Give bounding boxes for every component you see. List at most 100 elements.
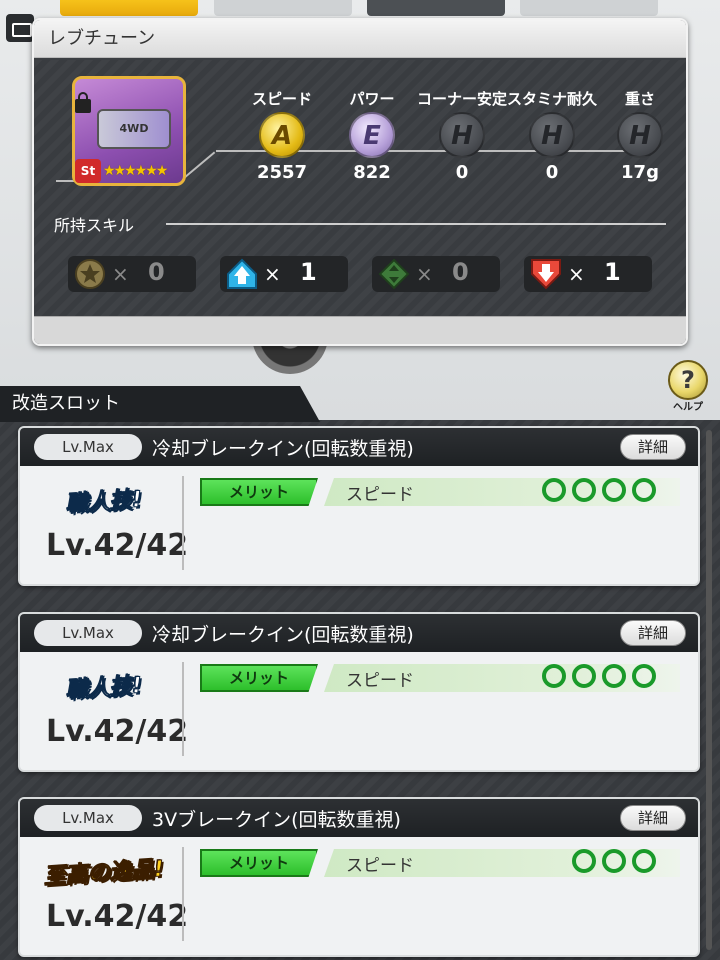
grade-badge: H [529, 112, 575, 158]
slot-header: Lv.Max 3Vブレークイン(回転数重視) 詳細 [20, 799, 698, 837]
menu-icon[interactable] [6, 14, 34, 42]
times-sign: × [416, 262, 433, 286]
slot-card[interactable]: Lv.Max 3Vブレークイン(回転数重視) 詳細 至高の逸品! Lv.42/4… [18, 797, 700, 957]
stat-value: 0 [455, 162, 469, 183]
merit-stat: スピード [346, 485, 414, 505]
craft-badge: 職人技! [65, 487, 144, 518]
grade-badge: H [439, 112, 485, 158]
detail-button[interactable]: 詳細 [620, 434, 686, 460]
circle-icon [602, 664, 626, 688]
stat-speed: スピード A 2557 [232, 88, 332, 183]
skill-star: × 0 [68, 256, 196, 292]
slot-level: Lv.42/42 [46, 899, 189, 934]
grade-badge: H [617, 112, 663, 158]
skills-title: 所持スキル [54, 216, 135, 235]
tab-1[interactable] [60, 0, 198, 16]
level-pill: Lv.Max [34, 805, 142, 831]
circle-icon [602, 849, 626, 873]
stat-label: スタミナ耐久 [506, 90, 597, 108]
help-label: ヘルプ [673, 402, 703, 413]
merit-stat: スピード [346, 856, 414, 876]
stat-value: 822 [353, 162, 391, 183]
merit-rank [542, 664, 656, 688]
lock-icon [75, 92, 91, 113]
slot-name: 冷却ブレークイン(回転数重視) [152, 624, 414, 646]
stat-value: 17g [621, 162, 659, 183]
circle-icon [632, 849, 656, 873]
panel-body: 4WD St ★★★★★★ スピード A 2557 パワー E 822 コーナー… [34, 60, 686, 316]
stat-label: コーナー安定 [416, 90, 507, 108]
grade-badge: E [349, 112, 395, 158]
part-info-panel: レブチューン 4WD St ★★★★★★ スピード A 2557 パワー E 8… [32, 18, 688, 346]
slot-card[interactable]: Lv.Max 冷却ブレークイン(回転数重視) 詳細 職人技! Lv.42/42 … [18, 612, 700, 772]
stat-stamina: スタミナ耐久 H 0 [502, 88, 602, 183]
panel-footer [34, 316, 686, 344]
tab-4[interactable] [520, 0, 658, 16]
slot-level: Lv.42/42 [46, 528, 189, 563]
merit-rank [572, 849, 656, 873]
slot-header: Lv.Max 冷却ブレークイン(回転数重視) 詳細 [20, 614, 698, 652]
times-sign: × [568, 262, 585, 286]
st-badge: St [75, 159, 101, 183]
stat-label: スピード [251, 90, 312, 108]
circle-icon [632, 478, 656, 502]
circle-icon [572, 478, 596, 502]
divider [182, 476, 184, 570]
connector-line [183, 151, 216, 179]
motor-icon: 4WD [97, 109, 171, 149]
circle-icon [632, 664, 656, 688]
panel-title: レブチューン [34, 20, 686, 58]
slot-name: 冷却ブレークイン(回転数重視) [152, 438, 414, 460]
merit-rank [542, 478, 656, 502]
stat-corner: コーナー安定 H 0 [412, 88, 512, 183]
slot-name: 3Vブレークイン(回転数重視) [152, 809, 401, 831]
skill-count: 1 [300, 258, 317, 286]
stat-label: 重さ [624, 90, 655, 108]
stat-value: 2557 [256, 162, 308, 183]
stat-label: パワー [349, 90, 395, 108]
level-pill: Lv.Max [34, 620, 142, 646]
merit-tag: メリット [200, 478, 318, 506]
slot-section-title: 改造スロット [0, 386, 320, 422]
slot-header: Lv.Max 冷却ブレークイン(回転数重視) 詳細 [20, 428, 698, 466]
stat-power: パワー E 822 [322, 88, 422, 183]
skill-count: 1 [604, 258, 621, 286]
circle-icon [542, 664, 566, 688]
tab-3[interactable] [367, 0, 505, 16]
merit-tag: メリット [200, 849, 318, 877]
stat-weight: 重さ H 17g [590, 88, 686, 183]
circle-icon [572, 664, 596, 688]
divider [182, 662, 184, 756]
scrollbar[interactable] [706, 430, 712, 950]
skill-up: × 1 [220, 256, 348, 292]
times-sign: × [264, 262, 281, 286]
times-sign: × [112, 262, 129, 286]
merit-tag: メリット [200, 664, 318, 692]
craft-badge: 職人技! [65, 673, 144, 704]
circle-icon [542, 478, 566, 502]
divider [182, 847, 184, 941]
circle-icon [572, 849, 596, 873]
circle-icon [602, 478, 626, 502]
skill-count: 0 [452, 258, 469, 286]
diamond-arrows-icon [378, 258, 410, 290]
tab-2[interactable] [214, 0, 352, 16]
slot-card[interactable]: Lv.Max 冷却ブレークイン(回転数重視) 詳細 職人技! Lv.42/42 … [18, 426, 700, 586]
grade-badge: A [259, 112, 305, 158]
star-icon [75, 259, 105, 289]
help-button[interactable]: ? ヘルプ [666, 360, 710, 416]
craft-badge: 至高の逸品! [43, 856, 165, 891]
merit-stat: スピード [346, 671, 414, 691]
skill-down: × 1 [524, 256, 652, 292]
divider [166, 223, 666, 225]
detail-button[interactable]: 詳細 [620, 620, 686, 646]
detail-button[interactable]: 詳細 [620, 805, 686, 831]
skill-count: 0 [148, 258, 165, 286]
arrow-up-icon [227, 258, 257, 289]
help-icon: ? [668, 360, 708, 400]
stat-value: 0 [545, 162, 559, 183]
rarity-stars: ★★★★★★ [103, 163, 168, 179]
level-pill: Lv.Max [34, 434, 142, 460]
slot-level: Lv.42/42 [46, 714, 189, 749]
part-card[interactable]: 4WD St ★★★★★★ [72, 76, 186, 186]
